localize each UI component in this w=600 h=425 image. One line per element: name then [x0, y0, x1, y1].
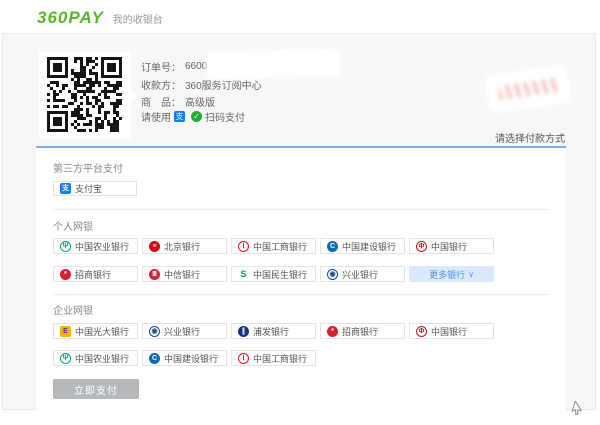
censored-amount	[487, 66, 569, 112]
ccb-bank-icon: C	[327, 240, 338, 252]
bank-label: 中国农业银行	[75, 353, 130, 364]
personal-banks-row-1: Ψ 中国农业银行 ≡ 北京银行 Ⅰ 中国工商银行 C 中国建设银行 Φ 中国银行	[53, 238, 494, 254]
order-number-value: 6600	[185, 60, 208, 72]
bank-option-button[interactable]: Φ 中国银行	[409, 238, 494, 254]
spdb-bank-icon: ∥	[238, 325, 249, 337]
bank-label: 中信银行	[164, 269, 201, 280]
bank-label: 中国建设银行	[342, 241, 397, 252]
bank-option-button[interactable]: Φ 中国银行	[409, 323, 494, 339]
more-banks-button[interactable]: 更多银行 ∨	[409, 266, 494, 282]
scan-hint-line: 请使用 支 ✓ 扫码支付	[141, 109, 245, 124]
citic-bank-icon: Ⅲ	[149, 268, 160, 280]
360pay-logo: 360PAY	[37, 8, 104, 27]
icbc-bank-icon: Ⅰ	[238, 241, 249, 252]
qr-code	[47, 57, 122, 132]
bank-option-button[interactable]: Ⅰ 中国工商银行	[231, 350, 316, 366]
abc-bank-icon: Ψ	[60, 241, 71, 252]
personal-banks-row-2: * 招商银行 Ⅲ 中信银行 S 中国民生银行 ◉ 兴业银行 更多银行 ∨	[53, 266, 494, 282]
chevron-down-icon: ∨	[468, 269, 474, 279]
bank-label: 中国民生银行	[253, 269, 308, 280]
corporate-banking-section-title: 企业网银	[53, 306, 93, 317]
alipay-icon: 支	[174, 110, 185, 122]
ccb-bank-icon: C	[149, 352, 160, 364]
bank-option-button[interactable]: E 中国光大银行	[53, 323, 138, 339]
ceb-bank-icon: E	[60, 325, 71, 337]
abc-bank-icon: Ψ	[60, 353, 71, 364]
page-header: 360PAY 我的收银台	[37, 8, 163, 28]
censor-smudge	[498, 78, 558, 100]
bank-option-button[interactable]: ∥ 浦发银行	[231, 323, 316, 339]
pay-now-button[interactable]: 立即支付	[53, 379, 139, 399]
bank-label: 中国工商银行	[253, 241, 308, 252]
icbc-bank-icon: Ⅰ	[238, 353, 249, 364]
section-divider	[53, 209, 549, 210]
alipay-icon: 支	[60, 183, 71, 194]
bank-option-button[interactable]: S 中国民生银行	[231, 266, 316, 282]
bank-label: 中国银行	[431, 241, 468, 252]
bank-option-button[interactable]: * 招商银行	[320, 323, 405, 339]
bank-label: 中国银行	[431, 326, 468, 337]
bank-label: 兴业银行	[342, 269, 379, 280]
boc-bank-icon: Φ	[416, 241, 427, 252]
product-label: 商 品：	[141, 97, 181, 109]
censored-order-number	[207, 50, 339, 78]
payee-label: 收款方：	[141, 80, 181, 92]
header-subtitle: 我的收银台	[112, 15, 163, 26]
cmbc-bank-icon: S	[240, 268, 247, 279]
cib-bank-icon: ◉	[149, 326, 160, 337]
scan-prefix: 请使用	[141, 112, 171, 124]
bank-label: 中国工商银行	[253, 353, 308, 364]
third-party-section-title: 第三方平台支付	[53, 164, 123, 175]
bank-option-button[interactable]: Ψ 中国农业银行	[53, 350, 138, 366]
bank-label: 中国农业银行	[75, 241, 130, 252]
cmb-bank-icon: *	[327, 325, 338, 337]
bank-option-button[interactable]: C 中国建设银行	[142, 350, 227, 366]
corporate-banks-row-2: Ψ 中国农业银行 C 中国建设银行 Ⅰ 中国工商银行	[53, 350, 316, 366]
order-number-label: 订单号：	[141, 62, 181, 74]
order-number-line: 订单号： 6600	[141, 59, 208, 74]
bank-option-button[interactable]: * 招商银行	[53, 266, 138, 282]
wechat-pay-icon: ✓	[191, 110, 202, 122]
cmb-bank-icon: *	[60, 268, 71, 280]
third-party-row: 支 支付宝	[53, 181, 137, 196]
bank-option-button[interactable]: C 中国建设银行	[320, 238, 405, 254]
bank-label: 浦发银行	[253, 326, 290, 337]
payment-panel: 第三方平台支付 支 支付宝 个人网银 Ψ 中国农业银行 ≡ 北京银行 Ⅰ 中国工…	[36, 146, 566, 410]
bank-option-button[interactable]: Ⅰ 中国工商银行	[231, 238, 316, 254]
bank-label: 招商银行	[75, 269, 112, 280]
product-line: 商 品： 高级版	[141, 94, 215, 109]
bank-option-button[interactable]: ◉ 兴业银行	[320, 266, 405, 282]
bank-option-button[interactable]: ◉ 兴业银行	[142, 323, 227, 339]
more-banks-label: 更多银行	[429, 269, 466, 280]
choose-payment-label: 请选择付款方式	[495, 134, 565, 145]
checkout-card: 订单号： 6600 收款方： 360服务订阅中心 商 品： 高级版 请使用 支 …	[2, 33, 596, 410]
checkout-page: 360PAY 我的收银台 订单号： 6600 收款方： 360服务订阅中心 商 …	[0, 0, 600, 425]
bob-bank-icon: ≡	[149, 240, 160, 252]
bank-option-button[interactable]: Ψ 中国农业银行	[53, 238, 138, 254]
bank-label: 兴业银行	[164, 326, 201, 337]
cursor-icon	[571, 401, 583, 415]
section-divider	[53, 294, 549, 295]
bank-label: 中国建设银行	[164, 353, 219, 364]
payee-line: 收款方： 360服务订阅中心	[141, 77, 262, 92]
alipay-option-label: 支付宝	[75, 184, 103, 194]
scan-suffix: 扫码支付	[205, 112, 245, 124]
bank-label: 中国光大银行	[75, 326, 130, 337]
bank-label: 招商银行	[342, 326, 379, 337]
payee-value: 360服务订阅中心	[185, 80, 262, 92]
bank-label: 北京银行	[164, 241, 201, 252]
personal-banking-section-title: 个人网银	[53, 222, 93, 233]
alipay-option-button[interactable]: 支 支付宝	[53, 181, 137, 196]
boc-bank-icon: Φ	[416, 326, 427, 337]
cib-bank-icon: ◉	[327, 269, 338, 280]
product-value: 高级版	[185, 97, 215, 109]
bank-option-button[interactable]: ≡ 北京银行	[142, 238, 227, 254]
bank-option-button[interactable]: Ⅲ 中信银行	[142, 266, 227, 282]
corporate-banks-row-1: E 中国光大银行 ◉ 兴业银行 ∥ 浦发银行 * 招商银行 Φ 中国银行	[53, 323, 494, 339]
qr-code-box	[39, 52, 137, 138]
